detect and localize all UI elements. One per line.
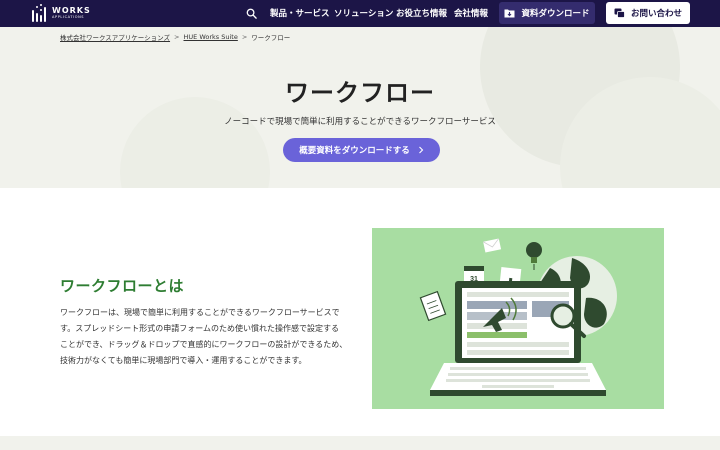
envelope-icon — [482, 238, 502, 253]
contact-label: お問い合わせ — [630, 9, 682, 19]
description-line: す。スプレッドシート形式の申請フォームのため使い慣れた操作感で設定する — [60, 324, 339, 333]
download-overview-button[interactable]: 概要資料をダウンロードする — [283, 138, 440, 162]
chevron-right-icon — [418, 146, 424, 154]
logo-mark-icon — [32, 4, 48, 22]
laptop-illustration: 31 — [419, 238, 617, 396]
workflow-illustration: 31 — [372, 228, 664, 409]
nav-products[interactable]: 製品・サービス — [270, 7, 330, 19]
chat-icon — [614, 8, 625, 18]
page-subtitle: ノーコードで現場で簡単に利用することができるワークフローサービス — [224, 117, 496, 127]
breadcrumb-home[interactable]: 株式会社ワークスアプリケーションズ — [60, 32, 170, 42]
works-logo[interactable]: WORKS APPLICATIONS — [32, 4, 91, 22]
description-line: ワークフローは、現場で簡単に利用することができるワークフローサービスで — [60, 308, 340, 317]
nav-solutions[interactable]: ソリューション — [334, 7, 393, 19]
logo-main-text: WORKS — [52, 5, 91, 15]
clipboard-icon — [419, 290, 447, 322]
page-title: ワークフロー — [285, 79, 435, 107]
download-materials-button[interactable]: 資料ダウンロード — [499, 2, 595, 24]
lightbulb-icon — [526, 242, 542, 270]
download-overview-label: 概要資料をダウンロードする — [299, 146, 410, 156]
folder-download-icon — [504, 9, 515, 18]
section-title: ワークフローとは — [60, 277, 185, 295]
download-materials-label: 資料ダウンロード — [521, 9, 590, 19]
next-section-band — [0, 436, 720, 450]
breadcrumb: 株式会社ワークスアプリケーションズ > HUE Works Suite > ワー… — [60, 32, 290, 42]
hero-section: 株式会社ワークスアプリケーションズ > HUE Works Suite > ワー… — [0, 27, 720, 188]
nav-company[interactable]: 会社情報 — [454, 7, 488, 19]
site-header: WORKS APPLICATIONS 製品・サービス ソリューション お役立ち情… — [0, 0, 720, 27]
description-line: 技術力がなくても簡単に現場部門で導入・運用することができます。 — [60, 356, 307, 365]
search-icon[interactable] — [246, 8, 257, 19]
nav-resources[interactable]: お役立ち情報 — [396, 7, 447, 19]
laptop-keyboard — [430, 363, 606, 396]
breadcrumb-separator: > — [241, 33, 248, 41]
contact-button[interactable]: お問い合わせ — [606, 2, 690, 24]
breadcrumb-suite[interactable]: HUE Works Suite — [184, 33, 238, 41]
hero-bg-circle — [120, 97, 270, 188]
description-line: ことができ、ドラッグ＆ドロップで直感的にワークフローの設計ができるため、 — [60, 340, 348, 349]
section-description: ワークフローは、現場で簡単に利用することができるワークフローサービスで す。スプ… — [60, 305, 356, 369]
breadcrumb-current: ワークフロー — [251, 34, 291, 42]
breadcrumb-separator: > — [174, 33, 180, 41]
logo-sub-text: APPLICATIONS — [52, 14, 85, 19]
